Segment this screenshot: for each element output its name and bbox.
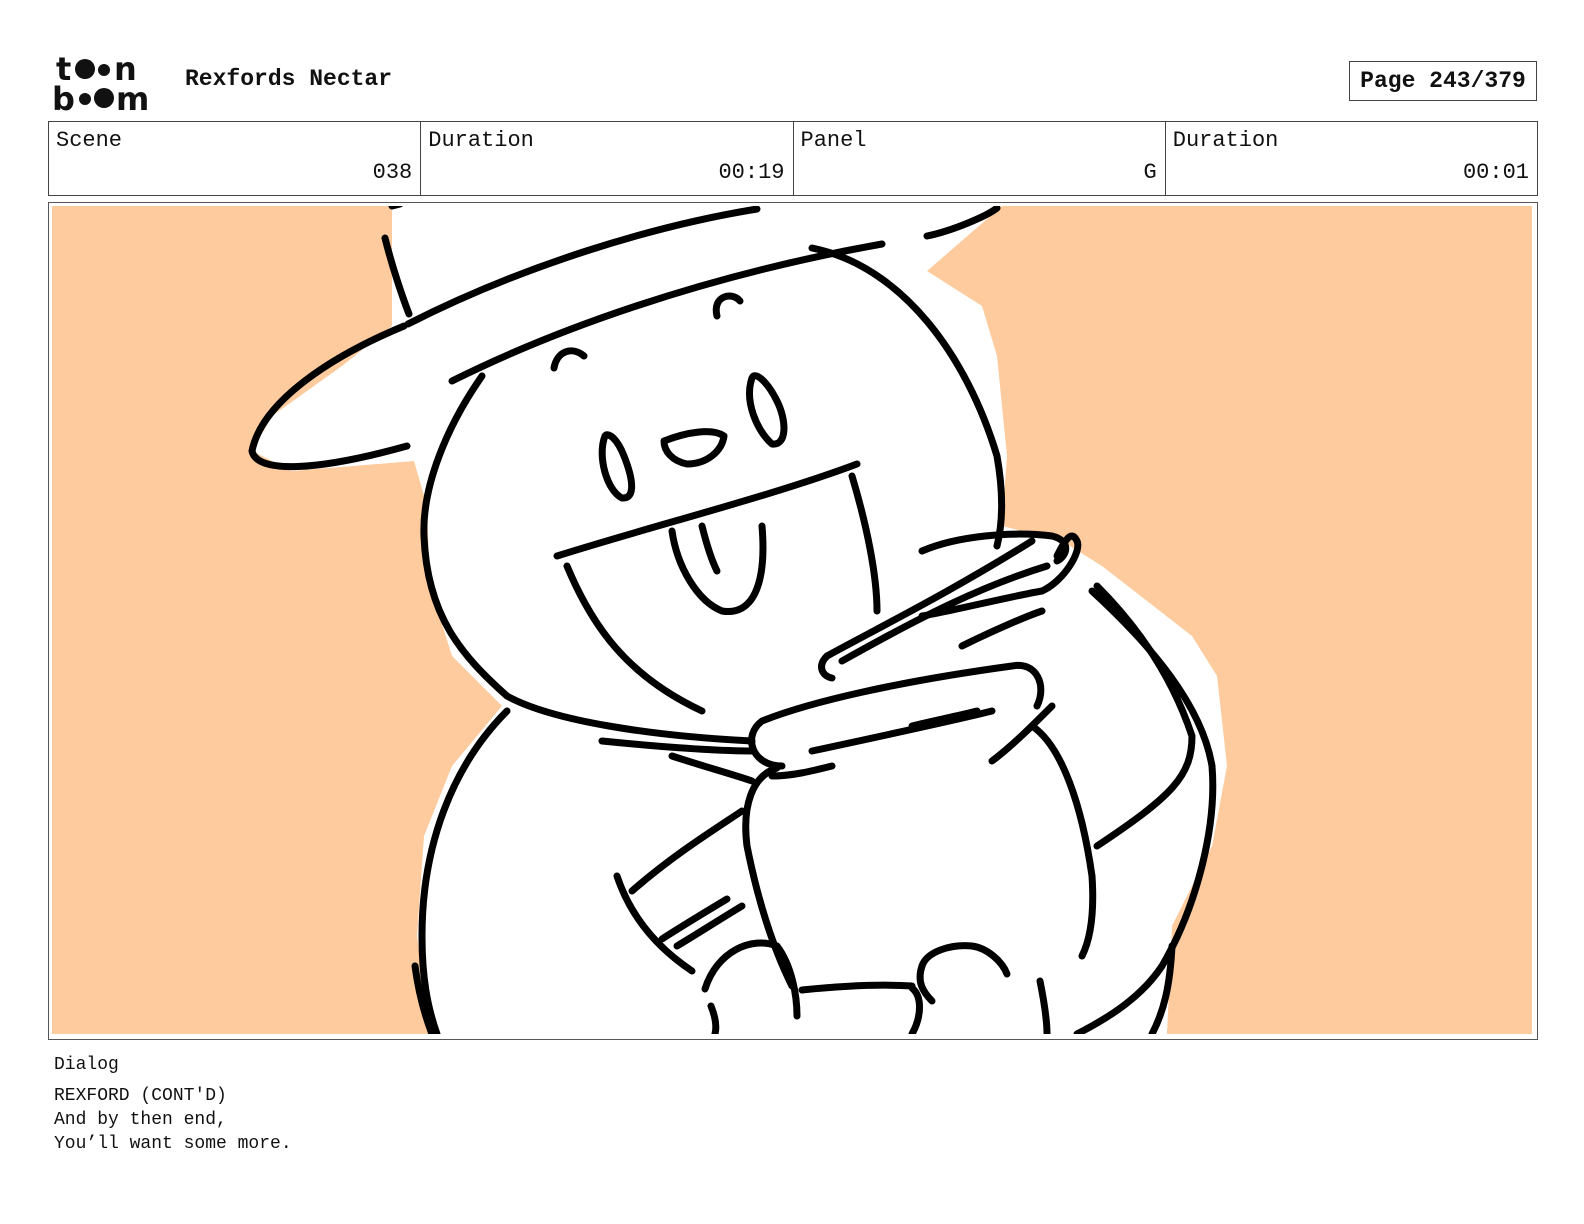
dialog-line: REXFORD (CONT'D) [54, 1086, 227, 1106]
scene-label: Scene [56, 128, 123, 153]
scene-duration-cell: Duration 00:19 [421, 122, 794, 195]
svg-text:b: b [52, 80, 75, 114]
panel-duration-value: 00:01 [1462, 160, 1529, 185]
svg-text:m: m [116, 80, 149, 114]
dialog-line: You’ll want some more. [54, 1134, 292, 1154]
panel-cell: Panel G [794, 122, 1166, 195]
scene-cell: Scene 038 [49, 122, 422, 195]
storyboard-panel [48, 202, 1538, 1040]
panel-duration-cell: Duration 00:01 [1166, 122, 1537, 195]
project-title: Rexfords Nectar [185, 66, 393, 92]
scene-duration-value: 00:19 [718, 160, 785, 185]
panel-label: Panel [800, 128, 867, 153]
info-table: Scene 038 Duration 00:19 Panel G Duratio… [48, 121, 1538, 196]
scene-value: 038 [372, 160, 413, 185]
dialog-line: And by then end, [54, 1110, 227, 1130]
scene-duration-label: Duration [428, 128, 534, 153]
dialog-text: REXFORD (CONT'D) And by then end, You’ll… [54, 1084, 292, 1156]
panel-value: G [1143, 160, 1157, 185]
toon-boom-logo: t n b m [50, 50, 166, 118]
page-indicator: Page 243/379 [1349, 61, 1537, 101]
panel-drawing [52, 206, 1532, 1034]
dialog-label: Dialog [54, 1055, 119, 1075]
panel-duration-label: Duration [1172, 128, 1279, 153]
